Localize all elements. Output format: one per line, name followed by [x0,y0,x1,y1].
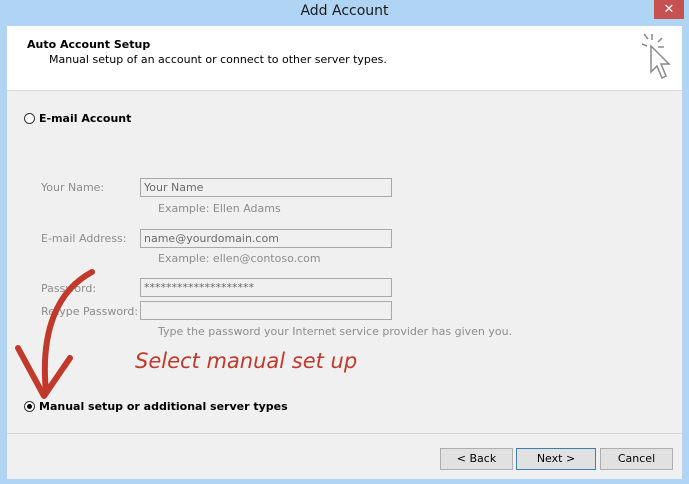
back-button[interactable]: < Back [440,448,513,470]
cancel-button[interactable]: Cancel [600,448,673,470]
manual-setup-radio[interactable] [24,401,35,412]
next-button[interactable]: Next > [516,448,596,470]
annotation-text: Select manual set up [135,349,358,373]
manual-setup-label[interactable]: Manual setup or additional server types [39,400,288,413]
footer-divider [7,433,682,434]
